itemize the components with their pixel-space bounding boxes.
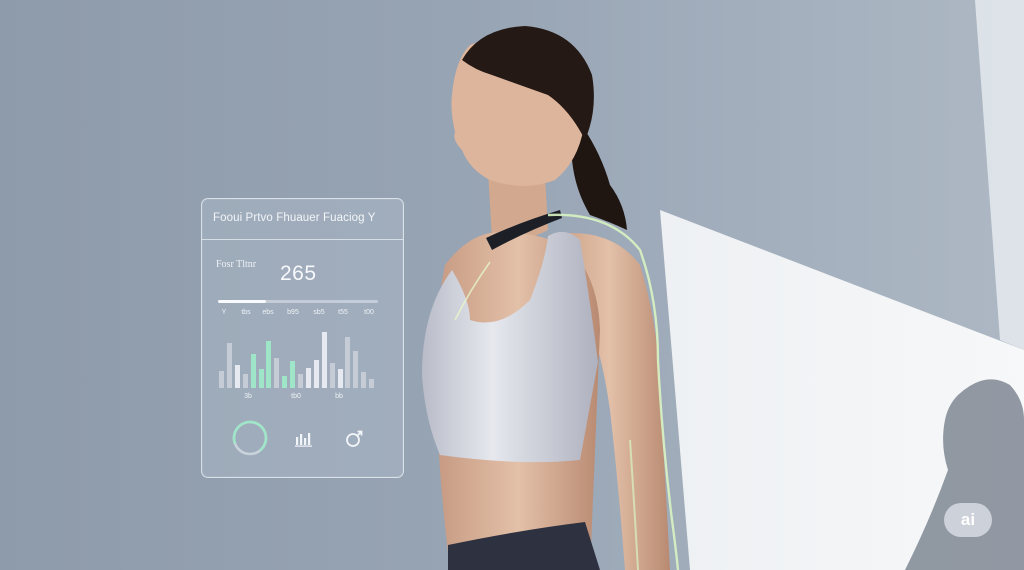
chart-bar <box>329 363 335 388</box>
chart-bar <box>234 365 240 388</box>
chart-bar <box>313 360 319 388</box>
chart-bar <box>242 374 248 388</box>
x-label: bb <box>335 393 343 400</box>
chart-bar <box>345 337 351 388</box>
bar-chart-icon[interactable] <box>295 431 313 447</box>
chart-bar <box>305 368 311 388</box>
chart-bar <box>258 369 264 388</box>
chart-bar <box>226 343 232 388</box>
chart-bar <box>274 358 280 388</box>
x-label: tb0 <box>291 393 301 400</box>
wall-light-strip <box>975 0 1024 350</box>
chart-bar <box>369 379 375 388</box>
x-label: 3b <box>244 393 252 400</box>
progress-ring-icon[interactable] <box>231 419 269 457</box>
chart-bar <box>361 372 367 388</box>
chart-bar <box>250 354 256 388</box>
chart-bar <box>219 371 224 388</box>
photo-scene <box>422 0 1024 570</box>
gender-symbol-icon[interactable] <box>344 429 364 449</box>
ai-badge: ai <box>944 503 992 537</box>
chart-bar <box>282 376 288 388</box>
chart-bar <box>353 351 359 388</box>
chart-bar <box>337 369 343 388</box>
chart-bar <box>290 361 296 388</box>
fitness-data-panel: Fooui Prtvo Fhuauer Fuaciog Y Fosr Tltnr… <box>201 198 404 478</box>
chart-bar <box>321 332 327 388</box>
chart-bar <box>298 374 303 388</box>
chart-bar <box>266 341 272 388</box>
